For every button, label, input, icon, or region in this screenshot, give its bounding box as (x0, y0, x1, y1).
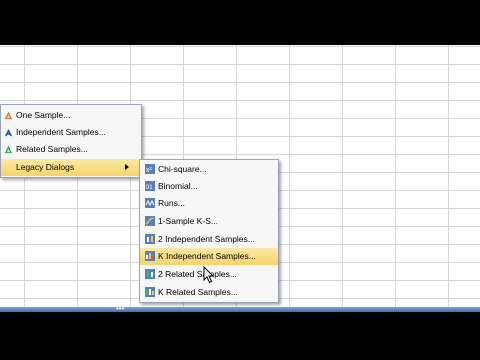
k-independent-icon (145, 251, 155, 261)
menu-item-related-samples[interactable]: Related Samples... (1, 141, 141, 158)
letterbox-bottom (0, 312, 480, 360)
menu-item-label: 2 Independent Samples... (158, 234, 255, 244)
menu-item-label: Related Samples... (16, 144, 88, 154)
svg-text:01: 01 (146, 184, 154, 191)
two-related-icon (145, 269, 155, 279)
svg-text:x²: x² (146, 167, 153, 174)
menu-item-legacy-dialogs[interactable]: Legacy Dialogs (1, 159, 141, 176)
menu-item-one-sample[interactable]: One Sample... (1, 107, 141, 124)
menu-item-label: K Related Samples... (158, 287, 238, 297)
menu-item-label: 2 Related Samples... (158, 269, 237, 279)
menu-item-label: One Sample... (16, 110, 71, 120)
k-related-icon (145, 287, 155, 297)
menu-item-label: Chi-square... (158, 164, 207, 174)
menu-item-chi-square[interactable]: x² Chi-square... (140, 161, 278, 178)
nonparametric-tests-menu: One Sample... Independent Samples... Rel… (0, 104, 142, 178)
menu-item-runs[interactable]: Runs... (140, 195, 278, 212)
runs-icon (145, 198, 155, 208)
menu-item-label: Legacy Dialogs (16, 162, 75, 172)
chi-square-icon: x² (145, 164, 155, 174)
related-samples-icon (4, 145, 13, 154)
submenu-arrow-icon (125, 164, 129, 170)
independent-samples-icon (4, 128, 13, 137)
menu-item-label: Binomial... (158, 181, 198, 191)
ks-icon (145, 216, 155, 226)
binomial-icon: 01 (145, 181, 155, 191)
menu-item-independent-samples[interactable]: Independent Samples... (1, 124, 141, 141)
two-independent-icon (145, 234, 155, 244)
menu-item-binomial[interactable]: 01 Binomial... (140, 178, 278, 195)
one-sample-icon (4, 111, 13, 120)
menu-item-1-sample-ks[interactable]: 1-Sample K-S... (140, 213, 278, 230)
menu-item-k-related-samples[interactable]: K Related Samples... (140, 284, 278, 301)
menu-item-label: Runs... (158, 198, 185, 208)
menu-item-label: K Independent Samples... (158, 251, 256, 261)
menu-item-k-independent-samples[interactable]: K Independent Samples... (140, 248, 278, 265)
menu-item-label: Independent Samples... (16, 127, 106, 137)
mouse-pointer-icon (203, 266, 215, 284)
menu-item-label: 1-Sample K-S... (158, 216, 218, 226)
menu-item-2-independent-samples[interactable]: 2 Independent Samples... (140, 231, 278, 248)
